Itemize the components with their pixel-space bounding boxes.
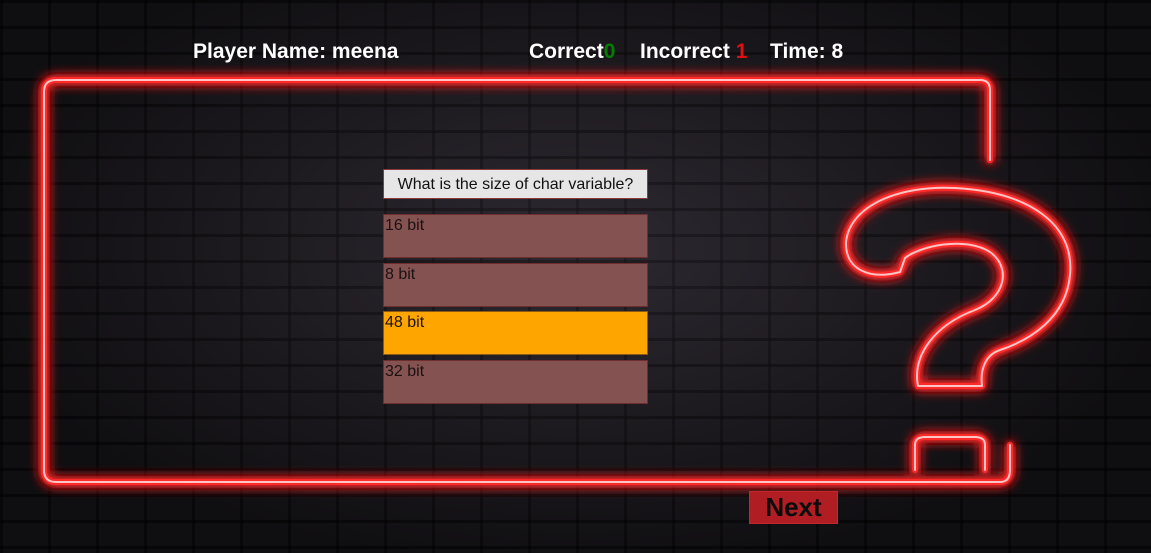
answer-option-selected[interactable]: 48 bit [383, 311, 648, 355]
player-name-label: Player Name: [193, 40, 327, 63]
next-button[interactable]: Next [749, 491, 838, 524]
answer-option[interactable]: 32 bit [383, 360, 648, 404]
player-name-display: Player Name: meena [193, 38, 398, 66]
incorrect-value: 1 [735, 40, 748, 63]
player-name-value: meena [331, 40, 399, 63]
timer-display: Time: 8 [770, 38, 843, 66]
correct-label: Correct [529, 40, 604, 63]
incorrect-counter: Incorrect 1 [640, 38, 747, 66]
correct-counter: Correct0 [529, 38, 615, 66]
correct-value: 0 [603, 40, 616, 63]
incorrect-label: Incorrect [640, 40, 730, 63]
answer-option[interactable]: 8 bit [383, 263, 648, 307]
time-label: Time: [770, 40, 826, 63]
question-text: What is the size of char variable? [383, 169, 648, 199]
time-value: 8 [831, 40, 844, 63]
answer-option[interactable]: 16 bit [383, 214, 648, 258]
